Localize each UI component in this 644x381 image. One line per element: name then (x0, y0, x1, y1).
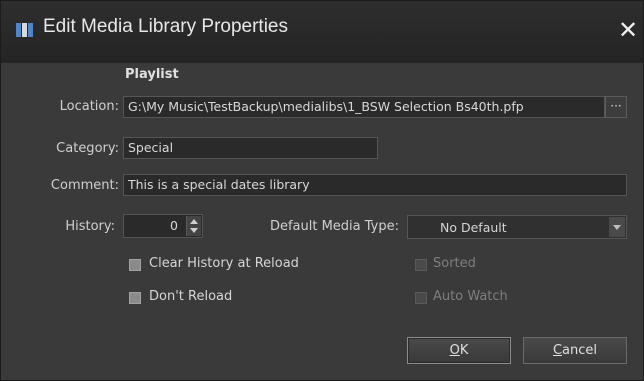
dont-reload-label: Don't Reload (149, 289, 233, 304)
history-spin-buttons[interactable] (186, 216, 201, 236)
dialog-window: Edit Media Library Properties ✕ Playlist… (0, 0, 644, 381)
dont-reload-checkbox[interactable] (129, 292, 141, 304)
media-type-value: No Default (440, 220, 507, 235)
auto-watch-label: Auto Watch (433, 289, 508, 304)
media-type-dropdown[interactable]: No Default (407, 215, 627, 239)
location-field[interactable]: G:\My Music\TestBackup\medialibs\1_BSW S… (123, 96, 605, 118)
spin-up-icon[interactable] (190, 219, 198, 224)
cancel-button[interactable]: Cancel (523, 337, 627, 364)
history-value: 0 (170, 218, 178, 233)
location-label: Location: (59, 99, 119, 114)
chevron-down-icon[interactable] (609, 217, 625, 237)
ok-mnemonic: O (449, 343, 460, 358)
spin-down-icon[interactable] (190, 228, 198, 233)
dialog-title: Edit Media Library Properties (43, 16, 288, 37)
title-bar[interactable]: Edit Media Library Properties ✕ (1, 1, 643, 63)
section-title: Playlist (125, 67, 179, 82)
clear-history-label: Clear History at Reload (149, 256, 299, 271)
browse-button[interactable]: ··· (605, 96, 627, 118)
media-type-label: Default Media Type: (269, 219, 399, 234)
clear-history-checkbox[interactable] (129, 259, 141, 271)
category-field[interactable]: Special (123, 137, 378, 159)
media-library-icon (16, 23, 33, 37)
close-button[interactable]: ✕ (615, 15, 641, 45)
history-stepper[interactable]: 0 (123, 214, 203, 238)
auto-watch-checkbox[interactable] (415, 292, 427, 304)
cancel-mnemonic: C (552, 343, 563, 358)
comment-field[interactable]: This is a special dates library (123, 174, 627, 196)
cancel-label-rest: ancel (562, 343, 598, 358)
sorted-checkbox[interactable] (415, 259, 427, 271)
comment-label: Comment: (50, 178, 119, 193)
ok-label-rest: K (459, 343, 469, 358)
ok-button[interactable]: OK (407, 337, 511, 364)
history-label: History: (65, 219, 115, 234)
category-label: Category: (56, 141, 119, 156)
sorted-label: Sorted (433, 256, 476, 271)
